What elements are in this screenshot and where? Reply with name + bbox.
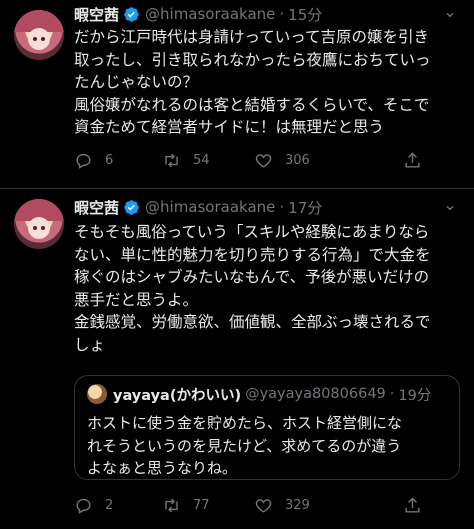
reply-button[interactable]: 6 [74,151,162,170]
quoted-avatar [87,384,107,404]
verified-badge-icon [124,6,139,22]
action-bar: 2 77 329 [74,495,434,515]
like-icon [255,153,272,168]
retweet-icon [165,498,178,512]
tweet-text: だから江戸時代は身請けっていって吉原の嬢を引き 取ったし、引き取られなかったら夜… [74,28,431,136]
timestamp[interactable]: 17分 [288,197,322,218]
display-name[interactable]: 暇空茜 [74,4,119,25]
retweet-count: 54 [193,152,210,168]
reply-count: 6 [105,152,114,168]
retweet-count: 77 [193,497,210,513]
separator-dot: · [279,5,285,23]
avatar-eye [33,226,37,230]
tweet-text: そもそも風俗っていう「スキルや経験にあまりなら ない、単に性的魅力を切り売りする… [74,223,431,354]
avatar-face [28,28,50,50]
more-icon[interactable]: ⌄ [440,197,460,217]
share-button[interactable] [403,496,434,515]
verified-badge-icon [124,199,139,215]
share-icon [405,496,420,513]
avatar-eye [41,226,45,230]
like-button[interactable]: 329 [254,496,358,515]
quoted-tweet-header: yayaya(かわいい) @yayaya80806649 · 19分 [87,384,431,404]
handle[interactable]: @himasoraakane [145,198,275,216]
like-count: 329 [285,497,310,513]
display-name[interactable]: 暇空茜 [74,197,119,218]
reply-button[interactable]: 2 [74,496,162,515]
avatar[interactable] [14,10,64,60]
share-button[interactable] [403,151,434,170]
tweet-2[interactable]: 暇空茜 @himasoraakane · 17分 ⌄ そもそも風俗っていう「スキ… [0,189,474,529]
handle[interactable]: @himasoraakane [145,5,275,23]
reply-icon [76,153,91,169]
separator-dot: · [389,386,395,402]
avatar-eye [41,37,45,41]
retweet-button[interactable]: 77 [162,496,254,515]
retweet-button[interactable]: 54 [162,151,254,170]
retweet-icon [165,153,178,167]
like-count: 306 [285,152,310,168]
separator-dot: · [279,198,285,216]
like-button[interactable]: 306 [254,151,358,170]
quoted-tweet[interactable]: yayaya(かわいい) @yayaya80806649 · 19分 ホストに使… [74,375,460,480]
like-icon [255,498,272,513]
quoted-display-name: yayaya(かわいい) [113,387,242,404]
avatar-face [28,217,50,239]
tweet-1[interactable]: 暇空茜 @himasoraakane · 15分 ⌄ だから江戸時代は身請けって… [0,0,474,189]
timestamp[interactable]: 15分 [288,4,322,25]
avatar-eye [33,37,37,41]
avatar[interactable] [14,199,64,249]
more-icon[interactable]: ⌄ [440,4,460,24]
reply-icon [76,498,91,514]
quoted-handle: @yayaya80806649 [245,386,386,402]
share-icon [405,151,420,168]
action-bar: 6 54 306 [74,150,434,170]
reply-count: 2 [105,497,114,513]
tweet-header: 暇空茜 @himasoraakane · 15分 [74,4,322,24]
quoted-timestamp: 19分 [398,387,432,404]
quoted-tweet-text: ホストに使う金を貯めたら、ホスト経営側にな れそうというのを見たけど、求めてるの… [87,414,403,477]
tweet-header: 暇空茜 @himasoraakane · 17分 [74,197,322,217]
